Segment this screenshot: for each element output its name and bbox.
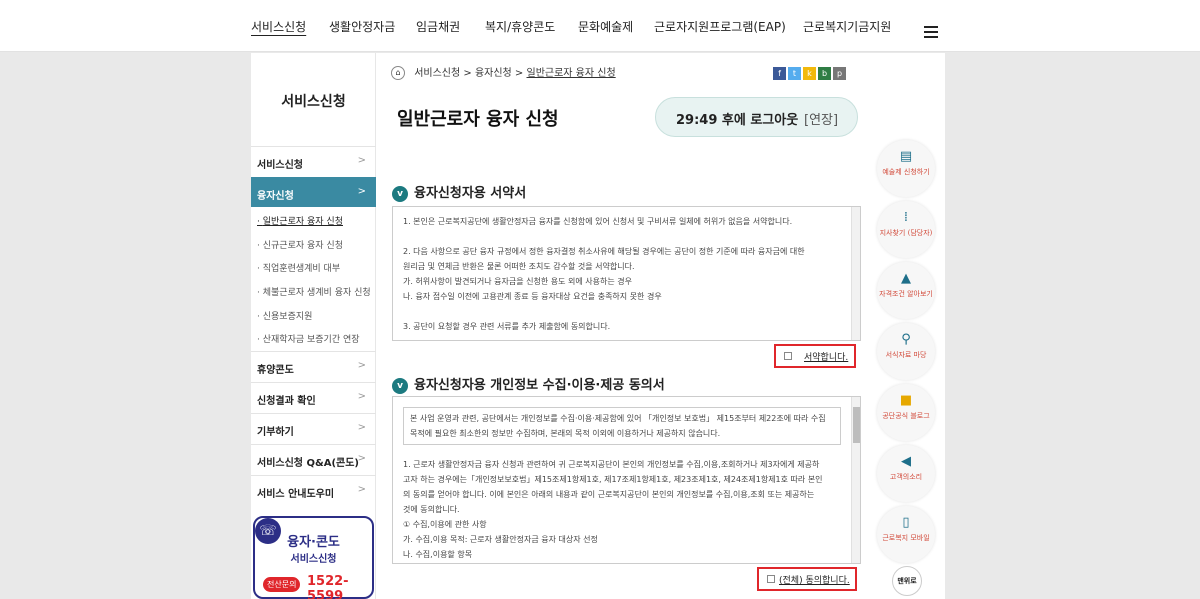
chevron-right-icon: > — [357, 453, 366, 464]
breadcrumb-item[interactable]: 융자신청 — [475, 68, 512, 79]
sidebar-item-label: 기부하기 — [257, 427, 294, 438]
nav-item-wage-claim[interactable]: 임금채권 — [416, 18, 460, 35]
section-privacy-title: v 융자신청자용 개인정보 수집·이용·제공 동의서 — [392, 374, 665, 394]
checkbox[interactable] — [767, 575, 775, 583]
quick-menu-art-festival[interactable]: ▤ 예술제 신청하기 — [877, 140, 935, 197]
promo-phone-number: 1522-5599 — [307, 574, 349, 599]
sidebar-subitem-tuition-extension[interactable]: · 산재학자금 보증기간 연장 — [257, 332, 360, 345]
chevron-right-icon: > — [357, 422, 366, 433]
quick-menu-voice[interactable]: ◀ 고객의소리 — [877, 445, 935, 502]
logout-timer: 29:49 후에 로그아웃 [연장] — [655, 97, 858, 137]
pledge-terms-box[interactable]: 1. 본인은 근로복지공단에 생활안정자금 융자를 신청함에 있어 신청서 및 … — [392, 206, 861, 341]
chevron-right-icon: > — [357, 186, 366, 197]
privacy-terms-text: 1. 근로자 생활안정자금 융자 신청과 관련하여 귀 근로복지공단이 본인의 … — [403, 460, 823, 559]
privacy-notice-box: 본 사업 운영과 관련, 공단에서는 개인정보를 수집·이용·제공함에 있어 「… — [403, 407, 841, 445]
sidebar-subitem-credit-guarantee[interactable]: · 신용보증지원 — [257, 309, 312, 322]
art-festival-icon: ▤ — [899, 149, 913, 164]
home-icon[interactable]: ⌂ — [391, 66, 405, 80]
mountain-icon: ▲ — [901, 271, 911, 286]
section-pledge-title: v 융자신청자용 서약서 — [392, 182, 526, 202]
sidebar-item-result[interactable]: 신청결과 확인 > — [251, 382, 376, 412]
pledge-agree-checkbox[interactable]: 서약합니다. — [774, 344, 856, 368]
kakao-icon[interactable]: k — [803, 67, 816, 80]
notice-icon: ■ — [899, 393, 913, 408]
sidebar-subitem-training-loan[interactable]: · 직업훈련생계비 대부 — [257, 261, 340, 274]
sidebar-item-label: 신청결과 확인 — [257, 396, 316, 407]
nav-item-eap[interactable]: 근로자지원프로그램(EAP) — [654, 18, 786, 35]
sidebar-subitem-general-loan[interactable]: · 일반근로자 융자 신청 — [257, 214, 343, 227]
sidebar-subitem-new-worker-loan[interactable]: · 신규근로자 융자 신청 — [257, 238, 343, 251]
nav-item-welfare-condo[interactable]: 복지/휴양콘도 — [485, 18, 555, 35]
hamburger-menu-icon[interactable] — [924, 26, 938, 38]
nav-item-living-fund[interactable]: 생활안정자금 — [329, 18, 395, 35]
sidebar-title: 서비스신청 — [281, 94, 346, 110]
promo-title: 융자·콘도 — [287, 535, 340, 550]
page-container: 서비스신청 서비스신청 > 융자신청 > · 일반근로자 융자 신청 · 신규근로자… — [251, 53, 945, 599]
scrollbar-thumb[interactable] — [853, 407, 860, 443]
nav-item-welfare-fund[interactable]: 근로복지기금지원 — [803, 18, 891, 35]
chevron-down-icon[interactable]: v — [392, 377, 408, 394]
print-icon[interactable]: p — [833, 67, 846, 80]
quick-menu-branch[interactable]: ⁞ 지사찾기 (담당자) — [877, 201, 935, 258]
quick-menu-forms[interactable]: ⚲ 서식자료 마당 — [877, 323, 935, 380]
sidebar-subitem-unpaid-loan[interactable]: · 체불근로자 생계비 융자 신청 — [257, 285, 371, 298]
breadcrumb-current: 일반근로자 융자 신청 — [526, 68, 616, 79]
privacy-agree-checkbox[interactable]: (전체) 동의합니다. — [757, 567, 857, 591]
sidebar-item-label: 휴양콘도 — [257, 365, 294, 376]
breadcrumb-item[interactable]: 서비스신청 — [414, 68, 460, 79]
pledge-agree-label[interactable]: 서약합니다. — [804, 350, 848, 363]
sidebar-item-label: 융자신청 — [257, 191, 294, 202]
chevron-down-icon[interactable]: v — [392, 185, 408, 202]
sidebar-item-service[interactable]: 서비스신청 > — [251, 146, 376, 176]
nav-item-service[interactable]: 서비스신청 — [251, 18, 306, 35]
facebook-icon[interactable]: f — [773, 67, 786, 80]
scroll-top-button[interactable]: 맨위로 — [892, 566, 922, 596]
sidebar-item-donate[interactable]: 기부하기 > — [251, 413, 376, 443]
band-icon[interactable]: b — [818, 67, 831, 80]
breadcrumb: ⌂ 서비스신청 > 융자신청 > 일반근로자 융자 신청 — [391, 64, 616, 80]
chevron-right-icon: > — [357, 484, 366, 495]
quick-menu-mobile[interactable]: ▯ 근로복지 모바일 — [877, 506, 935, 563]
scrollbar[interactable] — [851, 207, 860, 340]
quick-menu-blog[interactable]: ■ 공단공식 블로그 — [877, 384, 935, 441]
mobile-icon: ▯ — [902, 515, 910, 530]
extend-session-button[interactable]: [연장] — [804, 109, 838, 128]
checkbox[interactable] — [784, 352, 792, 360]
privacy-agree-label[interactable]: (전체) 동의합니다. — [779, 573, 850, 586]
megaphone-icon: ◀ — [901, 454, 911, 469]
sidebar-item-label: 서비스 안내도우미 — [257, 489, 335, 500]
nav-item-art-festival[interactable]: 문화예술제 — [578, 18, 633, 35]
page-title: 일반근로자 융자 신청 — [397, 109, 559, 130]
promo-badge: 전산문의 — [263, 577, 301, 592]
search-icon: ⚲ — [901, 332, 911, 347]
sidebar-item-condo[interactable]: 휴양콘도 > — [251, 351, 376, 381]
chevron-right-icon: > — [357, 391, 366, 402]
top-navigation: 서비스신청 생활안정자금 임금채권 복지/휴양콘도 문화예술제 근로자지원프로그… — [0, 0, 1200, 52]
sidebar-item-label: 서비스신청 — [257, 160, 303, 171]
sidebar-item-guide[interactable]: 서비스 안내도우미 > — [251, 475, 376, 505]
sidebar-item-loan[interactable]: 융자신청 > — [251, 177, 376, 207]
promo-subtitle: 서비스신청 — [290, 554, 337, 565]
sidebar-item-label: 서비스신청 Q&A(콘도) — [257, 458, 359, 469]
chevron-right-icon: > — [357, 155, 366, 166]
logout-timer-text: 29:49 후에 로그아웃 — [676, 113, 799, 128]
twitter-icon[interactable]: t — [788, 67, 801, 80]
sidebar: 서비스신청 서비스신청 > 융자신청 > · 일반근로자 융자 신청 · 신규근로자… — [251, 53, 376, 599]
meter-icon: ⁞ — [903, 210, 909, 225]
chevron-right-icon: > — [357, 360, 366, 371]
main-content: ⌂ 서비스신청 > 융자신청 > 일반근로자 융자 신청 ftkbp 일반근로자… — [376, 53, 945, 599]
privacy-terms-box[interactable]: 본 사업 운영과 관련, 공단에서는 개인정보를 수집·이용·제공함에 있어 「… — [392, 396, 861, 564]
quick-menu-eligibility[interactable]: ▲ 자격조건 알아보기 — [877, 262, 935, 319]
promo-banner[interactable]: ☏ 융자·콘도 서비스신청 전산문의 1522-5599 — [253, 516, 374, 599]
sidebar-item-qna[interactable]: 서비스신청 Q&A(콘도) > — [251, 444, 376, 474]
scrollbar[interactable] — [851, 397, 860, 563]
share-toolbar: ftkbp — [773, 65, 848, 80]
